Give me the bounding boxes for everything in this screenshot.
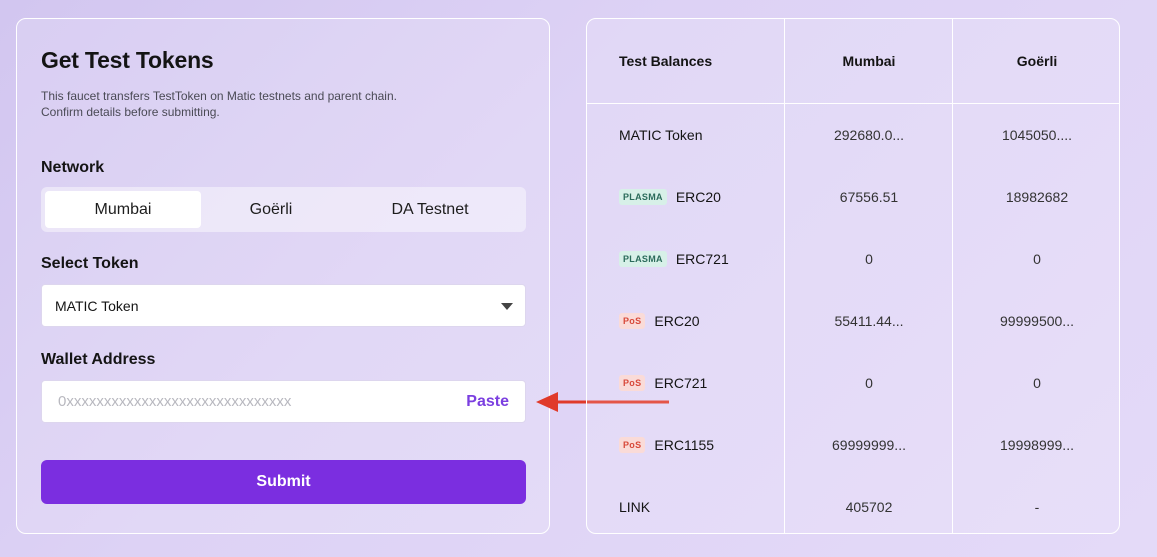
token-select-value: MATIC Token xyxy=(55,297,139,314)
token-name-text: ERC721 xyxy=(654,375,708,391)
get-test-tokens-card: Get Test Tokens This faucet transfers Te… xyxy=(16,18,550,534)
mumbai-balance: 0 xyxy=(865,251,873,267)
page-title: Get Test Tokens xyxy=(41,47,214,73)
goerli-balance: 18982682 xyxy=(1005,189,1069,205)
submit-button[interactable]: Submit xyxy=(41,460,526,504)
pos-badge: PoS xyxy=(619,437,646,453)
goerli-balance: - xyxy=(1034,499,1040,515)
token-name: PoS ERC20 xyxy=(619,311,700,331)
mumbai-balance: 292680.0... xyxy=(833,127,905,143)
network-option-da-testnet[interactable]: DA Testnet xyxy=(353,191,507,228)
network-option-mumbai[interactable]: Mumbai xyxy=(45,191,201,228)
column-divider xyxy=(784,19,785,533)
token-name-text: ERC1155 xyxy=(654,437,715,453)
network-option-goerli[interactable]: Goërli xyxy=(201,191,341,228)
goerli-balance: 0 xyxy=(1033,375,1041,391)
token-name-text: LINK xyxy=(619,499,651,515)
table-row: MATIC Token 292680.0... 1045050.... xyxy=(587,125,1119,145)
pos-badge: PoS xyxy=(619,375,646,391)
plasma-badge: PLASMA xyxy=(619,189,667,205)
token-select[interactable]: MATIC Token xyxy=(41,284,526,327)
table-row: PoS ERC20 55411.44... 99999500... xyxy=(587,311,1119,331)
goerli-balance: 99999500... xyxy=(1000,313,1074,329)
pos-badge: PoS xyxy=(619,313,646,329)
token-name-text: ERC721 xyxy=(675,251,729,267)
token-name: LINK xyxy=(619,497,650,517)
wallet-address-label: Wallet Address xyxy=(41,351,156,368)
mumbai-balance: 55411.44... xyxy=(834,313,904,329)
token-name-text: ERC20 xyxy=(654,313,700,329)
token-name: PLASMA ERC20 xyxy=(619,187,721,207)
test-balances-table: Test Balances Mumbai Goërli MATIC Token … xyxy=(586,18,1120,534)
wallet-address-field: Paste xyxy=(41,380,526,423)
header-divider xyxy=(587,103,1119,104)
mumbai-balance: 0 xyxy=(865,375,873,391)
faucet-page: Get Test Tokens This faucet transfers Te… xyxy=(0,0,1157,557)
table-row: PoS ERC721 0 0 xyxy=(587,373,1119,393)
token-name: MATIC Token xyxy=(619,125,703,145)
page-description: This faucet transfers TestToken on Matic… xyxy=(41,89,397,119)
goerli-balance: 1045050.... xyxy=(1001,127,1073,143)
token-name: PoS ERC1155 xyxy=(619,435,714,455)
network-selector: Mumbai Goërli DA Testnet xyxy=(41,187,526,232)
header-mumbai: Mumbai xyxy=(842,53,896,69)
header-goerli: Goërli xyxy=(1016,53,1058,69)
mumbai-balance: 69999999... xyxy=(832,437,906,453)
mumbai-balance: 405702 xyxy=(845,499,893,515)
token-name-text: ERC20 xyxy=(675,189,721,205)
goerli-balance: 19998999... xyxy=(1000,437,1074,453)
token-name: PoS ERC721 xyxy=(619,373,707,393)
paste-button[interactable]: Paste xyxy=(466,393,509,411)
column-divider xyxy=(952,19,953,533)
table-row: PLASMA ERC721 0 0 xyxy=(587,249,1119,269)
table-row: PoS ERC1155 69999999... 19998999... xyxy=(587,435,1119,455)
table-row: PLASMA ERC20 67556.51 18982682 xyxy=(587,187,1119,207)
goerli-balance: 0 xyxy=(1033,251,1041,267)
network-label: Network xyxy=(41,159,105,176)
caret-down-icon xyxy=(501,303,513,310)
header-test-balances: Test Balances xyxy=(619,53,713,69)
wallet-address-input[interactable] xyxy=(58,381,448,422)
token-name-text: MATIC Token xyxy=(619,127,703,143)
token-name: PLASMA ERC721 xyxy=(619,249,729,269)
plasma-badge: PLASMA xyxy=(619,251,667,267)
table-row: LINK 405702 - xyxy=(587,497,1119,517)
mumbai-balance: 67556.51 xyxy=(839,189,899,205)
select-token-label: Select Token xyxy=(41,255,139,272)
